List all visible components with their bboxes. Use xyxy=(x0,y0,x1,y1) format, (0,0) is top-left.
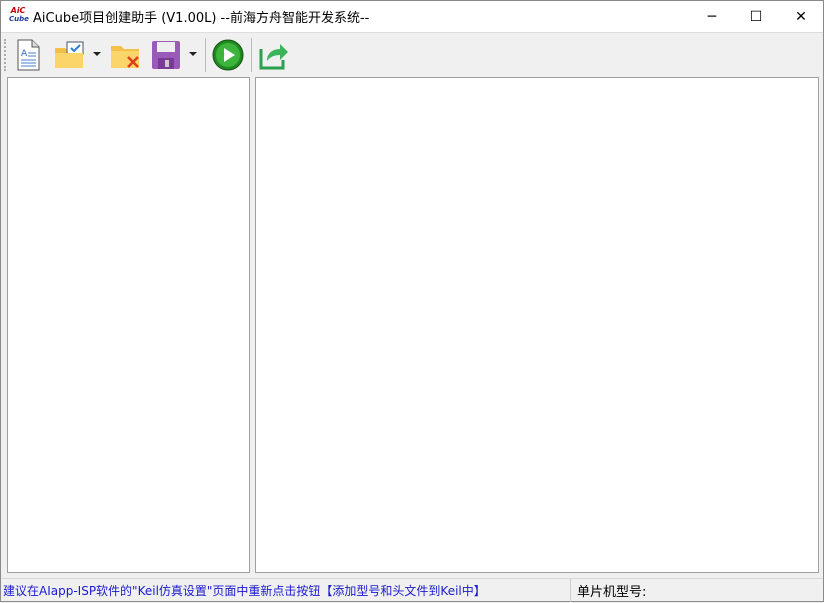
maximize-button[interactable]: ☐ xyxy=(733,1,779,32)
save-dropdown-arrow[interactable] xyxy=(189,52,197,56)
new-file-button[interactable]: A xyxy=(13,38,43,72)
run-icon xyxy=(212,39,244,71)
mcu-model-label: 单片机型号: xyxy=(577,585,647,600)
content-panel[interactable] xyxy=(255,77,819,573)
toolbar: A xyxy=(1,32,823,75)
toolbar-separator xyxy=(205,38,206,72)
window-title: AiCube项目创建助手 (V1.00L) --前海方舟智能开发系统-- xyxy=(33,11,370,26)
project-tree-panel[interactable] xyxy=(7,77,250,573)
app-logo: AiC Cube xyxy=(9,5,29,23)
save-icon xyxy=(152,41,180,69)
new-file-icon: A xyxy=(17,39,40,71)
save-button[interactable] xyxy=(149,38,183,72)
close-button[interactable]: ✕ xyxy=(778,1,824,32)
export-icon xyxy=(259,44,288,70)
status-hint: 建议在AIapp-ISP软件的"Keil仿真设置"页面中重新点击按钮【添加型号和… xyxy=(1,579,571,602)
open-project-icon xyxy=(55,41,84,68)
close-project-icon xyxy=(111,46,139,68)
status-bar: 建议在AIapp-ISP软件的"Keil仿真设置"页面中重新点击按钮【添加型号和… xyxy=(1,578,823,602)
title-bar: AiC Cube AiCube项目创建助手 (V1.00L) --前海方舟智能开发… xyxy=(1,1,823,32)
open-project-button[interactable] xyxy=(53,38,87,72)
minimize-button[interactable]: ─ xyxy=(689,1,735,32)
run-button[interactable] xyxy=(211,38,245,72)
export-button[interactable] xyxy=(257,38,291,72)
toolbar-separator xyxy=(251,38,252,72)
close-project-button[interactable] xyxy=(109,38,143,72)
open-dropdown-arrow[interactable] xyxy=(93,52,101,56)
toolbar-grip[interactable] xyxy=(4,39,6,71)
svg-text:A: A xyxy=(21,49,28,59)
